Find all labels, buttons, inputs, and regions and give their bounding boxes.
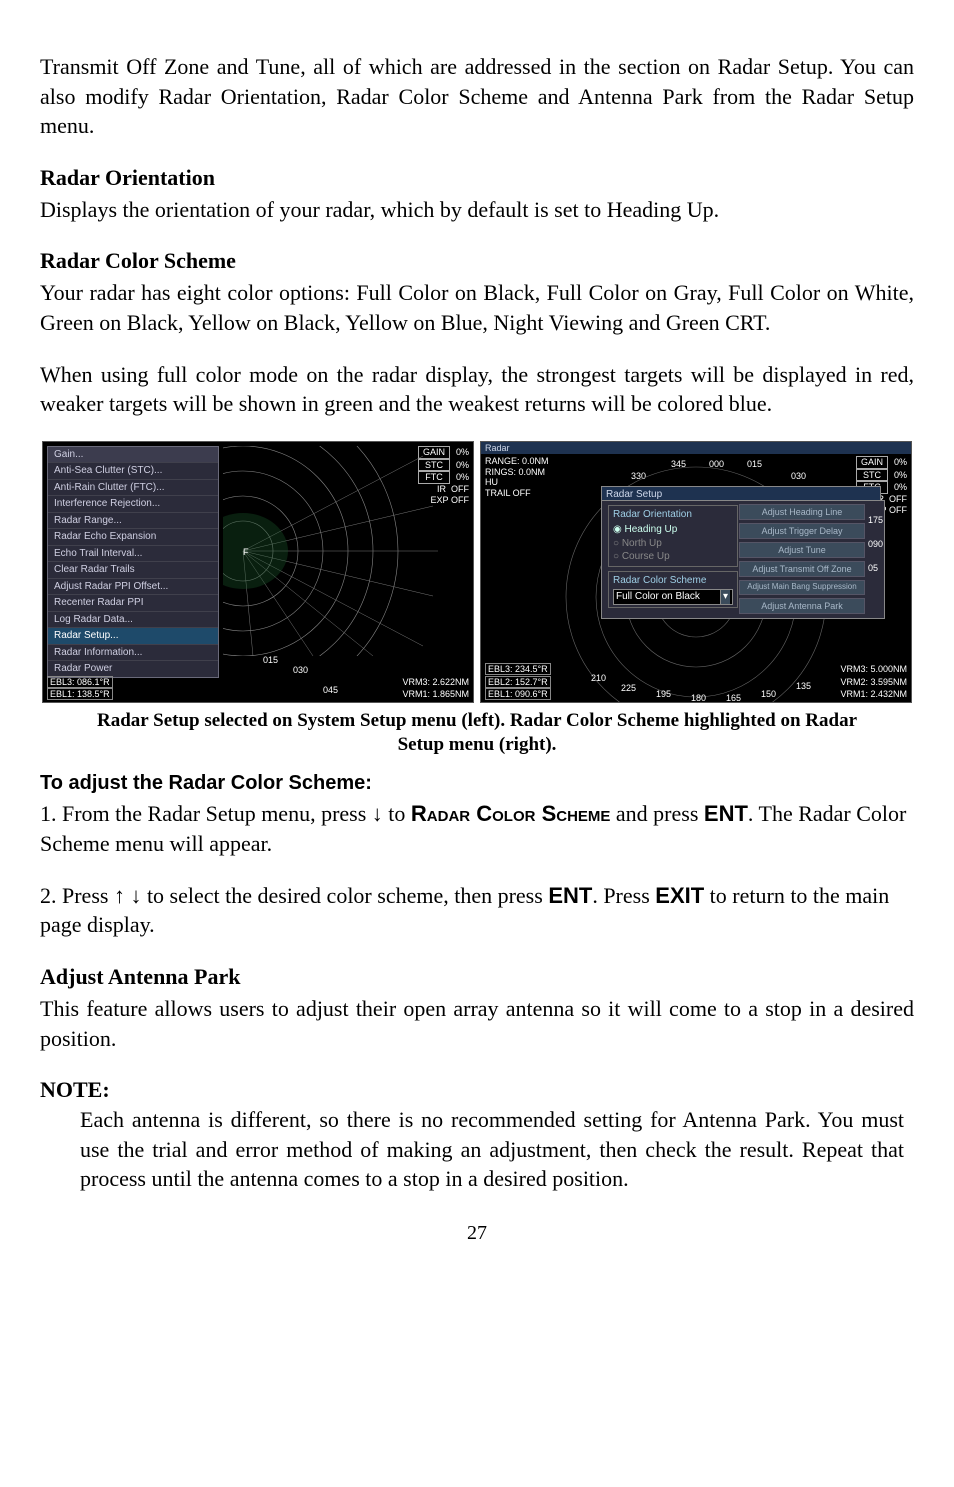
- menu-item-radar-setup[interactable]: Radar Setup...: [48, 627, 218, 644]
- step-1: 1. From the Radar Setup menu, press ↓ to…: [40, 799, 914, 858]
- body-rcs-1: Your radar has eight color options: Full…: [40, 278, 914, 337]
- step-2: 2. Press ↑ ↓ to select the desired color…: [40, 881, 914, 940]
- body-rcs-2: When using full color mode on the radar …: [40, 360, 914, 419]
- screenshot-right: Radar RANGE: 0.0NM RINGS: 0.0NM HU TRAIL…: [480, 441, 912, 703]
- adjust-main-bang-button[interactable]: Adjust Main Bang Suppression: [739, 580, 865, 595]
- menu-item[interactable]: Adjust Radar PPI Offset...: [48, 578, 218, 595]
- figure-row: Gain... Anti-Sea Clutter (STC)... Anti-R…: [40, 441, 914, 703]
- menu-item[interactable]: Log Radar Data...: [48, 611, 218, 628]
- orientation-group: Radar Orientation ◉ Heading Up ○ North U…: [608, 505, 738, 567]
- heading-radar-color-scheme: Radar Color Scheme: [40, 246, 914, 276]
- heading-adjust-rcs: To adjust the Radar Color Scheme:: [40, 770, 914, 797]
- adjust-heading-line-button[interactable]: Adjust Heading Line: [739, 504, 865, 520]
- bearing-labels-right: 175 090 05: [868, 514, 883, 574]
- svg-text:F: F: [243, 547, 249, 557]
- radio-north-up[interactable]: ○ North Up: [613, 537, 733, 551]
- figure-caption: Radar Setup selected on System Setup men…: [97, 709, 857, 757]
- adjust-trigger-delay-button[interactable]: Adjust Trigger Delay: [739, 523, 865, 539]
- radar-ppi: F 015 030 045 060 075 090 105 120 135 15…: [223, 446, 438, 656]
- note-body: Each antenna is different, so there is n…: [80, 1105, 904, 1194]
- menu-item[interactable]: Echo Trail Interval...: [48, 545, 218, 562]
- heading-adjust-antenna: Adjust Antenna Park: [40, 962, 914, 992]
- menu-item[interactable]: Clear Radar Trails: [48, 561, 218, 578]
- body-adjust-antenna: This feature allows users to adjust thei…: [40, 994, 914, 1053]
- note-heading: NOTE:: [40, 1075, 914, 1105]
- menu-item[interactable]: Radar Power: [48, 660, 218, 677]
- menu-item[interactable]: Anti-Rain Clutter (FTC)...: [48, 479, 218, 496]
- intro-paragraph: Transmit Off Zone and Tune, all of which…: [40, 52, 914, 141]
- adjust-tune-button[interactable]: Adjust Tune: [739, 542, 865, 558]
- dialog-buttons: Adjust Heading Line Adjust Trigger Delay…: [739, 504, 865, 615]
- color-scheme-group: Radar Color Scheme Full Color on Black▾: [608, 571, 738, 608]
- chevron-down-icon[interactable]: ▾: [720, 590, 730, 604]
- menu-item[interactable]: Recenter Radar PPI: [48, 594, 218, 611]
- adjust-transmit-off-zone-button[interactable]: Adjust Transmit Off Zone: [739, 561, 865, 577]
- menu-item[interactable]: Anti-Sea Clutter (STC)...: [48, 462, 218, 479]
- page-number: 27: [40, 1220, 914, 1247]
- heading-radar-orientation: Radar Orientation: [40, 163, 914, 193]
- menu-item[interactable]: Gain...: [48, 447, 218, 463]
- screenshot-left: Gain... Anti-Sea Clutter (STC)... Anti-R…: [42, 441, 474, 703]
- bottom-readout: EBL3: 234.5°R EBL2: 152.7°R EBL1: 090.6°…: [485, 663, 907, 699]
- menu-item[interactable]: Interference Rejection...: [48, 495, 218, 512]
- bottom-readout: EBL3: 086.1°R EBL1: 138.5°R VRM3: 2.622N…: [47, 676, 469, 700]
- radio-course-up[interactable]: ○ Course Up: [613, 550, 733, 564]
- menu-item[interactable]: Radar Range...: [48, 512, 218, 529]
- radio-heading-up[interactable]: ◉ Heading Up: [613, 523, 733, 537]
- menu-item[interactable]: Radar Echo Expansion: [48, 528, 218, 545]
- color-scheme-select[interactable]: Full Color on Black▾: [613, 589, 733, 605]
- adjust-antenna-park-button[interactable]: Adjust Antenna Park: [739, 598, 865, 614]
- body-radar-orientation: Displays the orientation of your radar, …: [40, 195, 914, 225]
- system-setup-menu: Gain... Anti-Sea Clutter (STC)... Anti-R…: [47, 446, 219, 678]
- menu-item[interactable]: Radar Information...: [48, 644, 218, 661]
